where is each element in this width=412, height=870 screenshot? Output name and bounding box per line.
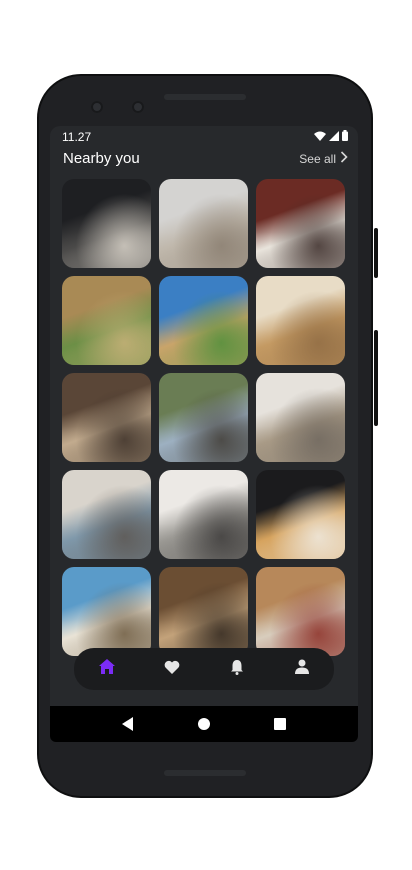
- front-camera: [91, 101, 103, 113]
- photo-detail: [62, 276, 151, 365]
- signal-icon: [329, 130, 339, 141]
- glass-room-photo[interactable]: [159, 373, 248, 462]
- see-all-link[interactable]: See all: [299, 151, 348, 166]
- bottom-speaker: [164, 770, 246, 776]
- bright-bedroom-photo[interactable]: [256, 373, 345, 462]
- photo-detail: [159, 373, 248, 462]
- front-sensor: [132, 101, 144, 113]
- photo-detail: [159, 179, 248, 268]
- heart-icon: [164, 660, 180, 679]
- photo-detail: [256, 179, 345, 268]
- arched-corridor-photo[interactable]: [62, 276, 151, 365]
- photo-grid: [62, 179, 347, 656]
- photo-detail: [159, 276, 248, 365]
- battery-icon: [342, 130, 348, 141]
- photo-detail: [62, 373, 151, 462]
- nav-bell-button[interactable]: [222, 654, 252, 684]
- home-icon: [98, 659, 115, 679]
- beige-bedroom-photo[interactable]: [256, 276, 345, 365]
- bell-icon: [230, 659, 244, 680]
- photo-detail: [62, 470, 151, 559]
- app-screen: 11.27 Nearby you See all: [50, 126, 358, 742]
- suite-bedroom-photo[interactable]: [256, 567, 345, 656]
- sea-view-bedroom-photo[interactable]: [62, 470, 151, 559]
- top-speaker: [164, 94, 246, 100]
- wifi-icon: [314, 131, 326, 141]
- photo-detail: [62, 179, 151, 268]
- home-circle-icon[interactable]: [194, 714, 214, 734]
- red-accent-bedroom-photo[interactable]: [256, 179, 345, 268]
- power-button: [374, 228, 378, 278]
- fireplace-lounge-photo[interactable]: [159, 567, 248, 656]
- outdoor-daybed-photo[interactable]: [62, 567, 151, 656]
- person-icon: [294, 659, 309, 679]
- living-room-photo[interactable]: [159, 470, 248, 559]
- back-icon[interactable]: [118, 714, 138, 734]
- nav-person-button[interactable]: [287, 654, 317, 684]
- photo-detail: [159, 567, 248, 656]
- volume-button: [374, 330, 378, 426]
- bottom-navigation: [74, 648, 334, 690]
- nav-heart-button[interactable]: [157, 654, 187, 684]
- see-all-label: See all: [299, 151, 336, 166]
- pool-umbrella-photo[interactable]: [159, 276, 248, 365]
- system-navigation-bar: [50, 706, 358, 742]
- photo-detail: [256, 276, 345, 365]
- chevron-right-icon: [340, 151, 348, 166]
- photo-detail: [256, 470, 345, 559]
- photo-detail: [159, 470, 248, 559]
- dark-bedroom-photo[interactable]: [62, 179, 151, 268]
- warm-bedroom-photo[interactable]: [62, 373, 151, 462]
- status-bar: 11.27: [50, 126, 358, 148]
- status-icons: [314, 130, 348, 141]
- photo-detail: [256, 567, 345, 656]
- nav-home-button[interactable]: [92, 654, 122, 684]
- photo-detail: [256, 373, 345, 462]
- white-bedroom-photo[interactable]: [159, 179, 248, 268]
- section-header: Nearby you See all: [50, 148, 358, 174]
- photo-detail: [62, 567, 151, 656]
- bathroom-photo[interactable]: [256, 470, 345, 559]
- recents-icon[interactable]: [270, 714, 290, 734]
- section-title: Nearby you: [63, 150, 140, 167]
- status-time: 11.27: [62, 130, 92, 144]
